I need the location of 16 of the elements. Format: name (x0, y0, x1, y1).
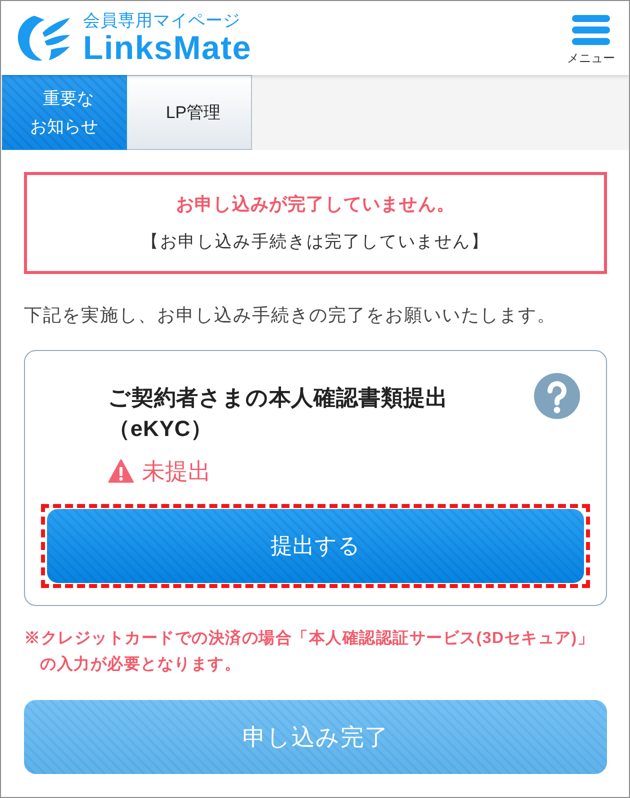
intro-text: 下記を実施し、お申し込み手続きの完了をお願いいたします。 (24, 304, 557, 327)
alert-title: お申し込みが完了していません。 (176, 193, 455, 216)
help-icon[interactable] (534, 373, 580, 419)
notice-text: ※クレジットカードでの決済の場合「本人確認認証サービス(3Dセキュア)」の入力が必要となります。 (24, 628, 596, 675)
submit-button[interactable]: 提出する (47, 509, 584, 583)
tab[interactable]: 重要なお知らせ (2, 75, 127, 150)
logo-icon (15, 13, 71, 63)
task-title: ご契約者さまの本人確認書類提出（eKYC） (108, 384, 449, 443)
alert-message: 【お申し込み手続きは完了していません】 (142, 231, 490, 253)
tab[interactable]: LP管理 (127, 75, 252, 150)
logo-caption: 会員専用マイページ (83, 11, 240, 31)
warning-icon (108, 459, 134, 483)
logo-wordmark: LinksMate (83, 31, 252, 65)
menu-icon (572, 15, 610, 45)
status-label: 未提出 (142, 458, 211, 484)
menu-button[interactable]: メニュー (567, 15, 615, 65)
